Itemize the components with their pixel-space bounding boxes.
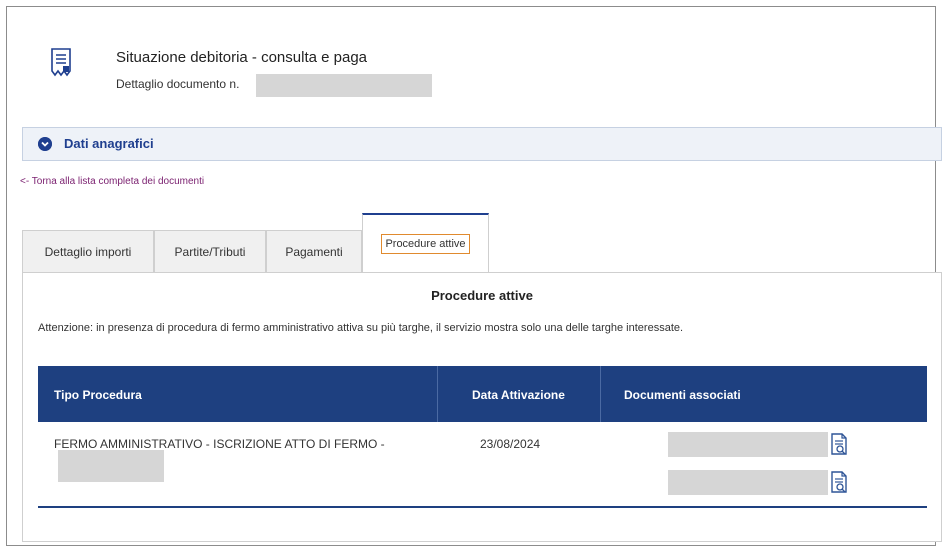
document-number-label: Dettaglio documento n. xyxy=(116,77,240,91)
download-document-icon[interactable] xyxy=(830,433,848,455)
cell-data-attivazione: 23/08/2024 xyxy=(480,437,541,451)
document-link-redacted[interactable] xyxy=(668,470,828,495)
back-to-list-link[interactable]: <- Torna alla lista completa dei documen… xyxy=(20,176,204,187)
warning-message: Attenzione: in presenza di procedura di … xyxy=(38,322,684,334)
tab-partite-tributi[interactable]: Partite/Tributi xyxy=(154,230,266,272)
column-divider xyxy=(437,366,438,422)
cell-tipo-procedura: FERMO AMMINISTRATIVO - ISCRIZIONE ATTO D… xyxy=(54,437,385,451)
download-document-icon[interactable] xyxy=(830,471,848,493)
tab-dettaglio-importi[interactable]: Dettaglio importi xyxy=(22,230,154,272)
document-icon xyxy=(51,48,71,77)
tab-label: Dettaglio importi xyxy=(44,244,132,259)
page-title: Situazione debitoria - consulta e paga xyxy=(116,49,368,66)
column-header-tipo-procedura: Tipo Procedura xyxy=(54,388,142,402)
document-number-redacted xyxy=(256,74,432,97)
tab-label: Pagamenti xyxy=(285,244,343,259)
section-title: Procedure attive xyxy=(431,288,533,303)
document-link-redacted[interactable] xyxy=(668,432,828,457)
tab-procedure-attive[interactable]: Procedure attive xyxy=(362,213,489,272)
chevron-down-icon[interactable] xyxy=(38,137,52,151)
tab-label: Procedure attive xyxy=(381,233,470,254)
tab-pagamenti[interactable]: Pagamenti xyxy=(266,230,362,272)
targa-redacted xyxy=(58,450,164,482)
table-row-divider xyxy=(38,506,927,508)
column-divider xyxy=(600,366,601,422)
dati-anagrafici-accordion[interactable] xyxy=(22,127,942,161)
column-header-documenti-associati: Documenti associati xyxy=(624,388,741,402)
dati-anagrafici-label[interactable]: Dati anagrafici xyxy=(64,136,154,151)
tab-label: Partite/Tributi xyxy=(174,244,246,259)
column-header-data-attivazione: Data Attivazione xyxy=(472,388,565,402)
